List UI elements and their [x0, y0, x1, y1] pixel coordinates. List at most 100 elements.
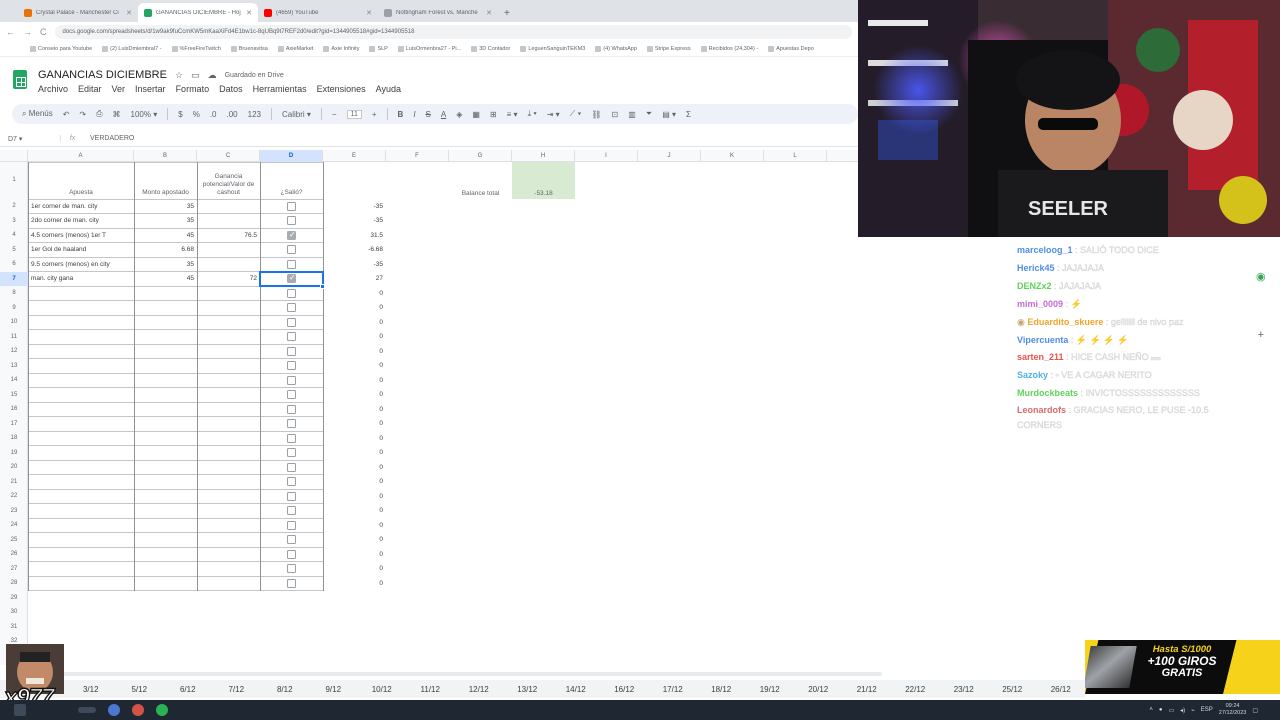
- chat-username[interactable]: DENZx2: [1017, 281, 1052, 291]
- search-taskbar-icon[interactable]: [78, 707, 96, 713]
- column-header-e[interactable]: E: [323, 150, 386, 162]
- add-addon-icon[interactable]: +: [1256, 306, 1266, 364]
- bookmark-item[interactable]: 3D Contador: [471, 46, 510, 52]
- bet-name-cell[interactable]: man. city gana: [28, 272, 134, 287]
- sheet-tab[interactable]: 12/12: [455, 685, 504, 694]
- more-formats-button[interactable]: 123: [248, 110, 261, 119]
- salio-checkbox[interactable]: [287, 390, 296, 399]
- chat-username[interactable]: Leonardofs: [1017, 405, 1066, 415]
- header-monto-apostado[interactable]: Monto apostado: [134, 162, 197, 199]
- potential-win-cell[interactable]: [197, 199, 260, 214]
- sheet-tab[interactable]: 16/12: [600, 685, 649, 694]
- percent-button[interactable]: %: [193, 110, 200, 119]
- insert-chart-icon[interactable]: ▥: [628, 110, 636, 119]
- font-select[interactable]: Calibri ▾: [282, 110, 311, 119]
- menu-insertar[interactable]: Insertar: [135, 84, 166, 94]
- row-header[interactable]: 28: [0, 576, 28, 591]
- row-header[interactable]: 3: [0, 214, 28, 229]
- profit-cell[interactable]: 0: [323, 533, 386, 548]
- profit-cell[interactable]: -35: [323, 214, 386, 229]
- horizontal-align-icon[interactable]: ≡ ▾: [507, 110, 518, 119]
- document-title[interactable]: GANANCIAS DICIEMBRE: [38, 69, 167, 81]
- profit-cell[interactable]: 0: [323, 330, 386, 345]
- sheet-tab[interactable]: 13/12: [503, 685, 552, 694]
- bookmark-item[interactable]: Apuestas Depo: [768, 46, 814, 52]
- potential-win-cell[interactable]: 72: [197, 272, 260, 287]
- bookmark-item[interactable]: Recibidos (24,304) -: [700, 46, 758, 52]
- row-header[interactable]: 16: [0, 402, 28, 417]
- name-box[interactable]: D7 ▾: [0, 135, 60, 143]
- profit-cell[interactable]: 0: [323, 460, 386, 475]
- chat-username[interactable]: Herick45: [1017, 263, 1055, 273]
- row-header[interactable]: 29: [0, 591, 28, 606]
- sheet-tab[interactable]: 7/12: [212, 685, 261, 694]
- italic-icon[interactable]: I: [413, 110, 415, 119]
- row-header[interactable]: 21: [0, 475, 28, 490]
- fill-handle[interactable]: [320, 284, 325, 289]
- potential-win-cell[interactable]: 76.5: [197, 228, 260, 243]
- row-header[interactable]: 31: [0, 620, 28, 635]
- browser-tab[interactable]: Nottingham Forest vs. Manche ✕: [378, 3, 498, 22]
- salio-checkbox[interactable]: [287, 361, 296, 370]
- salio-checkbox[interactable]: [287, 375, 296, 385]
- zoom-select[interactable]: 100% ▾: [131, 110, 158, 119]
- salio-checkbox[interactable]: [287, 303, 296, 312]
- chevron-up-icon[interactable]: ˄: [1149, 707, 1153, 713]
- salio-checkbox[interactable]: [287, 535, 296, 544]
- bookmark-item[interactable]: Conseio para Youtube: [30, 46, 92, 52]
- column-header-i[interactable]: I: [575, 150, 638, 162]
- print-icon[interactable]: ⎙: [96, 109, 102, 119]
- profit-cell[interactable]: 0: [323, 388, 386, 403]
- browser-tab[interactable]: (4659) YouTube ✕: [258, 3, 378, 22]
- profit-cell[interactable]: 0: [323, 286, 386, 301]
- profit-cell[interactable]: 0: [323, 417, 386, 432]
- row-header[interactable]: 4: [0, 228, 28, 243]
- sheet-tab[interactable]: 14/12: [552, 685, 601, 694]
- sheet-tab[interactable]: 23/12: [940, 685, 989, 694]
- row-header[interactable]: 24: [0, 518, 28, 533]
- notification-icon[interactable]: ▢: [1252, 707, 1258, 714]
- potential-win-cell[interactable]: [197, 214, 260, 229]
- row-header[interactable]: 10: [0, 315, 28, 330]
- salio-checkbox[interactable]: [287, 216, 296, 225]
- column-header-j[interactable]: J: [638, 150, 701, 162]
- profit-cell[interactable]: 0: [323, 562, 386, 577]
- sheet-tab[interactable]: 19/12: [746, 685, 795, 694]
- row-header[interactable]: 8: [0, 286, 28, 301]
- profit-cell[interactable]: 31.5: [323, 228, 386, 243]
- browser-tab-active[interactable]: GANANCIAS DICIEMBRE - Hoj ✕: [138, 3, 258, 22]
- salio-checkbox[interactable]: [287, 404, 296, 414]
- salio-checkbox[interactable]: [287, 564, 296, 573]
- row-header[interactable]: 13: [0, 359, 28, 374]
- salio-checkbox[interactable]: [287, 259, 296, 269]
- salio-checkbox[interactable]: [287, 245, 296, 254]
- decrease-decimals-button[interactable]: .0: [210, 110, 217, 119]
- bet-amount-cell[interactable]: 45: [134, 272, 197, 287]
- row-header[interactable]: 23: [0, 504, 28, 519]
- chat-username[interactable]: mimi_0009: [1017, 299, 1063, 309]
- spotify-taskbar-icon[interactable]: [156, 704, 168, 716]
- new-tab-button[interactable]: +: [498, 8, 516, 22]
- language-indicator[interactable]: ESP: [1201, 707, 1213, 713]
- profit-cell[interactable]: 0: [323, 576, 386, 591]
- salio-checkbox[interactable]: [287, 477, 296, 486]
- header-ganancia-potencial[interactable]: Ganancia potencial/Valor de cashout: [197, 162, 260, 199]
- row-header[interactable]: 25: [0, 533, 28, 548]
- column-header-d[interactable]: D: [260, 150, 323, 162]
- header-salio[interactable]: ¿Salió?: [260, 162, 323, 199]
- sheet-tab[interactable]: 25/12: [988, 685, 1037, 694]
- bookmark-item[interactable]: Stripe Express: [646, 46, 691, 52]
- column-header-g[interactable]: G: [449, 150, 512, 162]
- cloud-saved-icon[interactable]: ☁: [208, 70, 217, 81]
- menu-ayuda[interactable]: Ayuda: [376, 84, 401, 94]
- spreadsheet-grid[interactable]: ABCDEFGHIJKL 1 2 3 4 5 6 7 8 9 10 11 12 13 14 15 16 17 18…: [0, 150, 858, 665]
- salio-checkbox[interactable]: [287, 520, 296, 530]
- bookmark-item[interactable]: SLP: [369, 46, 388, 52]
- close-tab-icon[interactable]: ✕: [366, 9, 372, 17]
- menu-datos[interactable]: Datos: [219, 84, 243, 94]
- volume-icon[interactable]: ◂): [1180, 707, 1185, 714]
- salio-checkbox[interactable]: [287, 288, 296, 298]
- windows-start-icon[interactable]: [14, 704, 26, 716]
- row-header[interactable]: 22: [0, 489, 28, 504]
- bookmark-item[interactable]: LeguenSanguinTEKM3: [520, 46, 585, 52]
